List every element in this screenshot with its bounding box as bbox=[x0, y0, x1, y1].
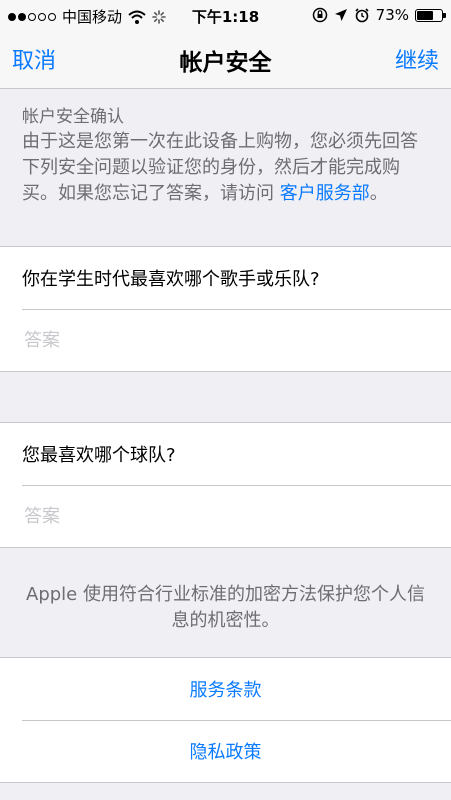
answer-row-2 bbox=[0, 485, 451, 547]
battery-level-fill bbox=[417, 10, 434, 20]
answer-row-1 bbox=[0, 309, 451, 371]
page-title: 帐户安全 bbox=[179, 50, 272, 76]
battery-icon bbox=[415, 8, 446, 22]
orientation-lock-icon bbox=[312, 7, 327, 23]
location-icon bbox=[334, 9, 347, 21]
intro-suffix: 。 bbox=[369, 183, 388, 204]
question-text: 你在学生时代最喜欢哪个歌手或乐队? bbox=[22, 269, 320, 290]
legal-links-group: 服务条款 隐私政策 bbox=[0, 657, 451, 783]
security-question-1: 你在学生时代最喜欢哪个歌手或乐队? bbox=[0, 247, 451, 309]
terms-of-service-link[interactable]: 服务条款 bbox=[0, 658, 451, 720]
customer-service-link[interactable]: 客户服务部 bbox=[280, 183, 370, 204]
alarm-icon bbox=[355, 8, 369, 23]
status-right: 73% bbox=[312, 6, 446, 24]
privacy-policy-link[interactable]: 隐私政策 bbox=[0, 720, 451, 782]
status-bar: 中国移动 下午1:18 73% bbox=[0, 0, 451, 30]
answer-input-2[interactable] bbox=[22, 504, 429, 528]
security-question-group-2: 您最喜欢哪个球队? bbox=[0, 422, 451, 548]
continue-button[interactable]: 继续 bbox=[395, 43, 439, 75]
intro-title: 帐户安全确认 bbox=[22, 107, 124, 127]
battery-percent: 73% bbox=[375, 6, 409, 24]
question-text: 您最喜欢哪个球队? bbox=[22, 445, 176, 466]
privacy-note: Apple 使用符合行业标准的加密方法保护您个人信息的机密性。 bbox=[26, 584, 425, 631]
navigation-bar: 取消 帐户安全 继续 bbox=[0, 30, 451, 89]
intro-body: 由于这是您第一次在此设备上购物，您必须先回答下列安全问题以验证您的身份，然后才能… bbox=[22, 129, 429, 207]
security-question-group-1: 你在学生时代最喜欢哪个歌手或乐队? bbox=[0, 246, 451, 372]
answer-input-1[interactable] bbox=[22, 328, 429, 352]
security-question-2: 您最喜欢哪个球队? bbox=[0, 423, 451, 485]
security-intro: 帐户安全确认 由于这是您第一次在此设备上购物，您必须先回答下列安全问题以验证您的… bbox=[0, 89, 451, 245]
